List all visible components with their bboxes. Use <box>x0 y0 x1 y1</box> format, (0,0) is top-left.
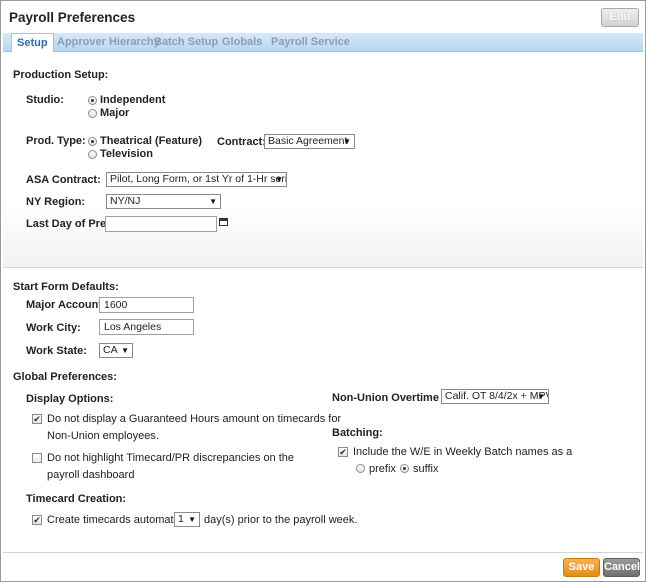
batching-include-we-checkbox[interactable]: ✔ <box>338 447 348 457</box>
tab-globals[interactable]: Globals <box>222 33 262 52</box>
ny-region-select-value: NY/NJ <box>110 195 141 207</box>
opt-guaranteed-hours-text-1: Do not display a Guaranteed Hours amount… <box>47 413 342 425</box>
create-timecards-checkbox[interactable]: ✔ <box>32 515 42 525</box>
chevron-down-icon: ▼ <box>209 197 217 206</box>
tab-approver-hierarchy[interactable]: Approver Hierarchy <box>57 33 160 52</box>
chevron-down-icon: ▼ <box>121 346 129 355</box>
panel-footer: Save Cancel <box>3 552 643 581</box>
asa-contract-select-value: Pilot, Long Form, or 1st Yr of 1-Hr seri… <box>110 173 287 185</box>
major-account-label: Major Account: <box>26 299 106 311</box>
contract-label: Contract: <box>217 136 266 148</box>
batching-suffix-label: suffix <box>413 463 439 475</box>
opt-highlight-discrepancies-text-2: payroll dashboard <box>47 469 135 481</box>
prod-type-theatrical-radio[interactable] <box>88 137 97 146</box>
ny-region-select[interactable]: NY/NJ ▼ <box>106 194 221 209</box>
display-options-heading: Display Options: <box>26 393 114 405</box>
prod-type-television-label: Television <box>100 148 153 160</box>
studio-label: Studio: <box>26 94 64 106</box>
opt-highlight-discrepancies-checkbox[interactable] <box>32 453 42 463</box>
timecard-creation-heading: Timecard Creation: <box>26 493 127 505</box>
payroll-preferences-panel: Payroll Preferences Edit Setup Approver … <box>0 0 646 582</box>
studio-major-label: Major <box>100 107 130 119</box>
chevron-down-icon: ▼ <box>343 137 351 146</box>
chevron-down-icon: ▼ <box>537 392 545 401</box>
tab-setup[interactable]: Setup <box>11 33 54 53</box>
work-state-select[interactable]: CA ▼ <box>99 343 133 358</box>
non-union-ot-select-value: Calif. OT 8/4/2x + MPV <box>445 390 549 402</box>
last-day-of-prep-input[interactable] <box>105 216 217 232</box>
prod-type-label: Prod. Type: <box>26 135 86 147</box>
create-days-select[interactable]: 1 ▼ <box>174 512 200 527</box>
create-days-select-value: 1 <box>178 513 184 525</box>
opt-highlight-discrepancies-text-1: Do not highlight Timecard/PR discrepanci… <box>47 452 295 464</box>
page-title: Payroll Preferences <box>9 10 136 25</box>
studio-independent-label: Independent <box>100 94 166 106</box>
panel-header: Payroll Preferences Edit <box>1 1 645 33</box>
chevron-down-icon: ▼ <box>188 515 196 524</box>
work-city-label: Work City: <box>26 322 81 334</box>
batching-heading: Batching: <box>332 427 383 439</box>
batching-include-we-text: Include the W/E in Weekly Batch names as… <box>353 446 573 458</box>
tab-batch-setup[interactable]: Batch Setup <box>154 33 218 52</box>
batching-prefix-radio[interactable] <box>356 464 365 473</box>
prod-type-theatrical-label: Theatrical (Feature) <box>100 135 203 147</box>
contract-select[interactable]: Basic Agreement ▼ <box>264 134 355 149</box>
calendar-icon[interactable] <box>219 218 228 226</box>
global-preferences-heading: Global Preferences: <box>13 371 117 383</box>
work-city-input[interactable]: Los Angeles <box>99 319 194 335</box>
opt-guaranteed-hours-checkbox[interactable]: ✔ <box>32 414 42 424</box>
chevron-down-icon: ▼ <box>275 175 283 184</box>
asa-contract-select[interactable]: Pilot, Long Form, or 1st Yr of 1-Hr seri… <box>106 172 287 187</box>
opt-guaranteed-hours-text-2: Non-Union employees. <box>47 430 159 442</box>
work-state-label: Work State: <box>26 345 87 357</box>
create-timecards-text-after: day(s) prior to the payroll week. <box>204 514 358 526</box>
non-union-ot-select[interactable]: Calif. OT 8/4/2x + MPV ▼ <box>441 389 549 404</box>
production-setup-section <box>3 53 643 268</box>
tab-payroll-service[interactable]: Payroll Service <box>271 33 350 52</box>
ny-region-label: NY Region: <box>26 196 86 208</box>
major-account-input[interactable]: 1600 <box>99 297 194 313</box>
studio-major-radio[interactable] <box>88 109 97 118</box>
asa-contract-label: ASA Contract: <box>26 174 101 186</box>
tab-bar: Setup Approver Hierarchy Batch Setup Glo… <box>3 33 643 53</box>
production-setup-heading: Production Setup: <box>13 69 109 81</box>
batching-prefix-label: prefix <box>369 463 396 475</box>
last-day-of-prep-label: Last Day of Prep: <box>26 218 117 230</box>
contract-select-value: Basic Agreement <box>268 135 348 147</box>
edit-button[interactable]: Edit <box>601 8 639 27</box>
cancel-button[interactable]: Cancel <box>603 558 640 577</box>
prod-type-television-radio[interactable] <box>88 150 97 159</box>
start-form-defaults-heading: Start Form Defaults: <box>13 281 119 293</box>
save-button[interactable]: Save <box>563 558 600 577</box>
studio-independent-radio[interactable] <box>88 96 97 105</box>
work-state-select-value: CA <box>103 344 118 356</box>
batching-suffix-radio[interactable] <box>400 464 409 473</box>
